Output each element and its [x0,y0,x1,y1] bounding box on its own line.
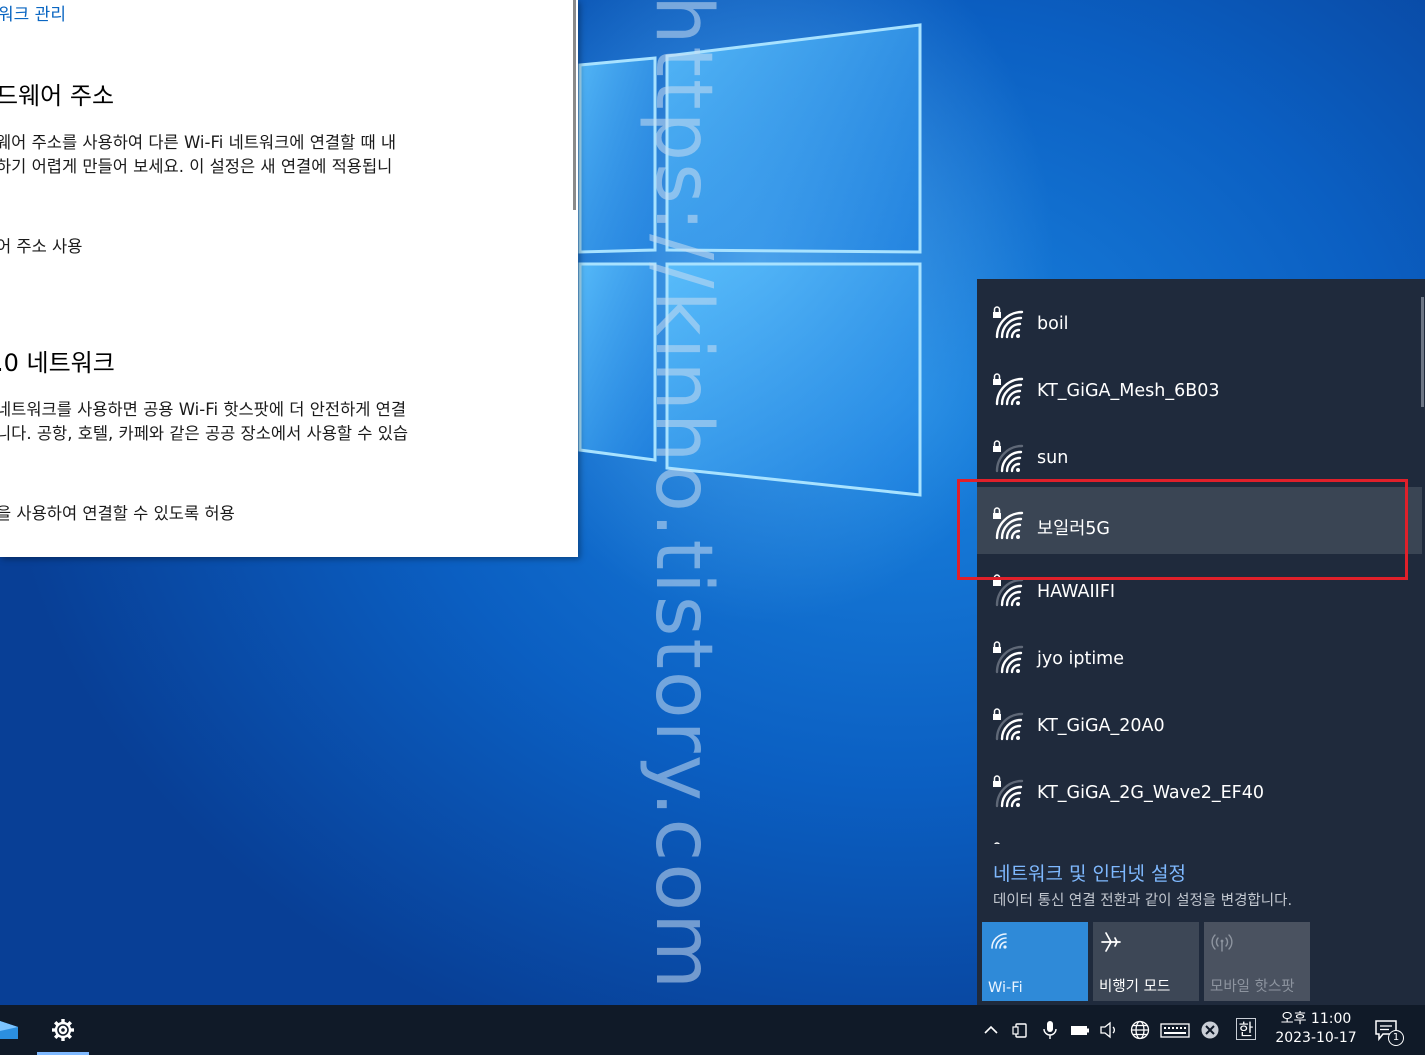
clock-time: 오후 11:00 [1280,1011,1352,1027]
settings-window: 워크 관리 드웨어 주소 웨어 주소를 사용하여 다른 Wi-Fi 네트워크에 … [0,0,578,557]
network-item[interactable]: KT_GiGA_Mesh_6B03 [977,353,1422,420]
random-hardware-address-desc-line1: 웨어 주소를 사용하여 다른 Wi-Fi 네트워크에 연결할 때 내 [0,133,397,152]
battery-icon[interactable] [1069,1019,1091,1041]
notification-count-badge: 1 [1388,1030,1404,1046]
secured-wifi-signal-icon [993,306,1024,339]
network-name: boil [1037,314,1069,334]
clock-date: 2023-10-17 [1275,1030,1357,1046]
network-item[interactable]: boil [977,286,1422,353]
secured-wifi-signal-icon [993,775,1024,808]
hotspot20-option: 을 사용하여 연결할 수 있도록 허용 [0,504,235,523]
hotspot20-desc-line1: 네트워크를 사용하면 공용 Wi-Fi 핫스팟에 더 안전하게 연결 [0,400,407,419]
hotspot-tile-label: 모바일 핫스팟 [1210,979,1295,995]
manage-networks-link[interactable]: 워크 관리 [0,0,66,25]
windows-logo-light-icon [578,23,922,497]
airplane-mode-tile[interactable]: 비행기 모드 [1093,922,1199,1001]
action-center-button[interactable]: 1 [1374,1018,1404,1048]
network-name: KT_GiGA_20A0 [1037,716,1165,736]
airplane-icon [1101,932,1121,952]
network-name: jyo iptime [1037,649,1124,669]
secured-wifi-signal-icon [994,842,1000,844]
random-hardware-address-title: 드웨어 주소 [0,82,115,110]
annotation-highlight-box [957,479,1408,580]
secured-wifi-signal-icon [993,440,1024,473]
wifi-toggle-tile[interactable]: Wi-Fi [982,922,1088,1001]
mail-app-icon[interactable] [0,1017,18,1043]
network-name: HAWAIIFI [1037,582,1116,602]
watermark-text: https://kinho.tistory.com [638,0,728,992]
network-name: KT_GiGA_Mesh_6B03 [1037,381,1220,401]
secured-wifi-signal-icon [993,373,1024,406]
wifi-icon [991,933,1007,949]
gear-icon [52,1019,74,1041]
network-item[interactable]: KT_GiGA_20A0 [977,688,1422,755]
device-tray-icon[interactable] [1010,1019,1032,1041]
random-hardware-address-desc-line2: 하기 어렵게 만들어 보세요. 이 설정은 새 연결에 적용됩니 [0,157,393,176]
network-item[interactable]: sun [977,420,1422,487]
settings-app-button[interactable] [37,1005,89,1055]
network-globe-icon[interactable] [1129,1019,1151,1041]
taskbar: 한 오후 11:00 2023-10-17 1 [0,1005,1425,1055]
microphone-icon[interactable] [1039,1019,1061,1041]
network-item[interactable]: jyo iptime [977,621,1422,688]
secured-wifi-signal-icon [993,641,1024,674]
touch-keyboard-icon[interactable] [1160,1019,1190,1041]
mobile-hotspot-tile[interactable]: 모바일 핫스팟 [1204,922,1310,1001]
wifi-tile-label: Wi-Fi [988,980,1023,996]
taskbar-clock[interactable]: 오후 11:00 2023-10-17 [1268,1010,1364,1048]
network-name: KT_GiGA_2G_Wave2_EF40 [1037,783,1265,803]
settings-scrollbar[interactable] [573,0,576,210]
show-hidden-icons-chevron-icon[interactable] [980,1019,1002,1041]
secured-wifi-signal-icon [993,708,1024,741]
network-settings-subtitle: 데이터 통신 연결 전환과 같이 설정을 변경합니다. [993,893,1293,909]
ime-korean-indicator[interactable]: 한 [1236,1018,1256,1040]
volume-icon[interactable] [1098,1019,1120,1041]
hotspot20-desc-line2: 니다. 공항, 호텔, 카페와 같은 공공 장소에서 사용할 수 있습 [0,424,409,443]
network-settings-link[interactable]: 네트워크 및 인터넷 설정 [993,859,1186,886]
network-flyout: boil KT_GiGA_Mesh_6B03 sun 보일러5G HAWAIIFI jyo… [977,279,1425,1007]
airplane-tile-label: 비행기 모드 [1099,979,1171,995]
ime-disabled-icon[interactable] [1199,1019,1221,1041]
network-item[interactable] [977,822,1422,844]
network-name: sun [1037,448,1069,468]
network-item[interactable]: KT_GiGA_2G_Wave2_EF40 [977,755,1422,822]
hotspot20-title: .0 네트워크 [0,349,115,377]
hotspot-icon [1211,934,1233,952]
random-hardware-address-option: 어 주소 사용 [0,237,83,256]
